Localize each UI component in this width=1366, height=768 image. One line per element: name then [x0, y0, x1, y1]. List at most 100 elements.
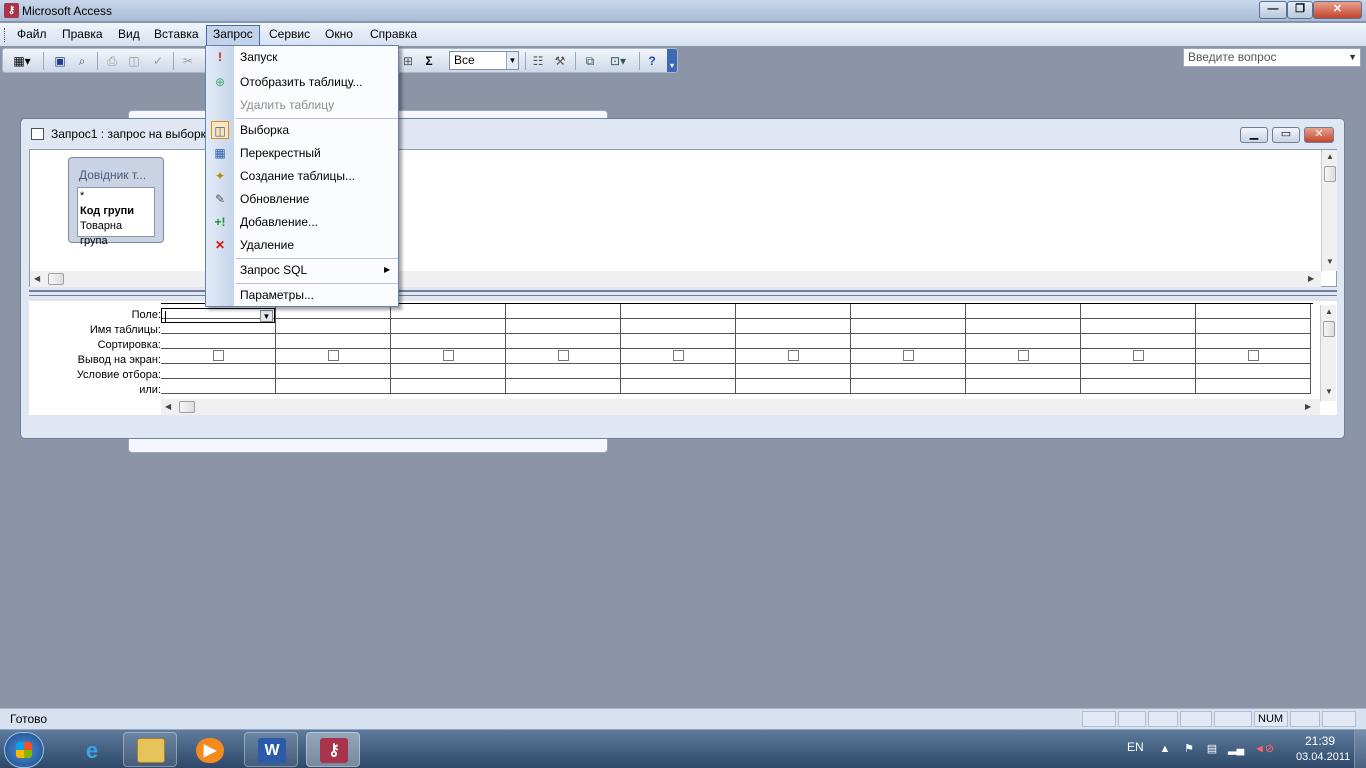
- chevron-down-icon[interactable]: ▼: [1348, 49, 1357, 66]
- grid-cell[interactable]: [1081, 379, 1196, 394]
- field-cell-active[interactable]: ▼: [161, 308, 275, 323]
- grid-cell[interactable]: [506, 349, 621, 364]
- grid-cell[interactable]: [391, 304, 506, 319]
- restore-button[interactable]: ❐: [1287, 1, 1313, 19]
- cut-icon[interactable]: ✂: [179, 52, 197, 70]
- grid-cell[interactable]: [391, 364, 506, 379]
- minimize-button[interactable]: —: [1259, 1, 1287, 19]
- field-all[interactable]: *: [80, 189, 152, 204]
- grid-cell[interactable]: [966, 304, 1081, 319]
- chevron-down-icon[interactable]: ▼: [260, 310, 273, 322]
- grid-hscrollbar[interactable]: ◀ ▶: [161, 399, 1320, 415]
- menu-file[interactable]: Файл: [11, 26, 53, 44]
- scroll-thumb[interactable]: [179, 401, 195, 413]
- scroll-left-icon[interactable]: ◀: [165, 402, 171, 411]
- grid-cell[interactable]: [506, 319, 621, 334]
- menu-edit[interactable]: Правка: [56, 26, 109, 44]
- grid-cell[interactable]: [736, 364, 851, 379]
- grid-cell[interactable]: [621, 349, 736, 364]
- print-icon[interactable]: ⎙: [103, 52, 121, 70]
- grid-cell[interactable]: [621, 319, 736, 334]
- grid-cell[interactable]: [966, 379, 1081, 394]
- grid-cell[interactable]: [1196, 304, 1311, 319]
- grid-cell[interactable]: [506, 334, 621, 349]
- properties-icon[interactable]: ☷: [529, 52, 547, 70]
- grid-cell[interactable]: [966, 334, 1081, 349]
- menu-item-delete[interactable]: Удаление: [234, 234, 398, 257]
- grid-cell[interactable]: [391, 319, 506, 334]
- scroll-right-icon[interactable]: ▶: [1308, 274, 1314, 283]
- view-icon[interactable]: ▦▾: [7, 52, 37, 70]
- grid-cell[interactable]: [1081, 364, 1196, 379]
- scroll-up-icon[interactable]: ▲: [1323, 307, 1335, 316]
- grid-cell[interactable]: [1081, 304, 1196, 319]
- grid-cell[interactable]: [851, 319, 966, 334]
- grid-vscrollbar[interactable]: ▲ ▼: [1320, 305, 1336, 401]
- scroll-down-icon[interactable]: ▼: [1324, 257, 1336, 266]
- menu-item-show-table[interactable]: Отобразить таблицу...: [234, 71, 398, 94]
- totals-sigma-icon[interactable]: Σ: [420, 52, 438, 70]
- new-object-icon[interactable]: ⊡▾: [603, 52, 633, 70]
- print-preview-icon[interactable]: ◫: [125, 52, 143, 70]
- show-checkbox[interactable]: [673, 350, 684, 361]
- show-checkbox[interactable]: [213, 350, 224, 361]
- show-hidden-icons-icon[interactable]: ▲: [1158, 742, 1172, 756]
- taskbar-ie[interactable]: e: [64, 732, 118, 767]
- grid-cell[interactable]: [621, 334, 736, 349]
- grid-cell[interactable]: [966, 364, 1081, 379]
- show-checkbox[interactable]: [328, 350, 339, 361]
- grid-cell[interactable]: [966, 349, 1081, 364]
- network-signal-icon[interactable]: ▂▄: [1228, 742, 1244, 756]
- scroll-left-icon[interactable]: ◀: [34, 274, 40, 283]
- taskbar-access[interactable]: ⚷: [306, 732, 360, 767]
- taskbar-word[interactable]: W: [244, 732, 298, 767]
- taskbar-media-player[interactable]: ▶: [182, 732, 236, 767]
- menu-item-run[interactable]: Запуск: [234, 46, 398, 69]
- start-button[interactable]: [4, 732, 44, 768]
- top-values-combo[interactable]: Все ▼: [449, 51, 519, 70]
- menu-item-crosstab[interactable]: Перекрестный: [234, 142, 398, 165]
- grid-cell[interactable]: [621, 364, 736, 379]
- grid-cell[interactable]: [736, 304, 851, 319]
- grid-cell[interactable]: [736, 319, 851, 334]
- volume-muted-icon[interactable]: ◄⊘: [1254, 742, 1274, 756]
- menu-query[interactable]: Запрос: [206, 25, 260, 46]
- show-checkbox[interactable]: [1133, 350, 1144, 361]
- grid-cell[interactable]: [1196, 319, 1311, 334]
- clock-date[interactable]: 03.04.2011: [1296, 751, 1350, 763]
- table-pane-vscrollbar[interactable]: ▲ ▼: [1321, 150, 1337, 271]
- grid-cell[interactable]: [1081, 319, 1196, 334]
- grid-cell[interactable]: [391, 379, 506, 394]
- menu-item-make-table[interactable]: Создание таблицы...: [234, 165, 398, 188]
- show-checkbox[interactable]: [443, 350, 454, 361]
- grid-cell[interactable]: [1081, 349, 1196, 364]
- menu-item-append[interactable]: Добавление...: [234, 211, 398, 234]
- menu-help[interactable]: Справка: [364, 26, 423, 44]
- grid-cell[interactable]: [1196, 379, 1311, 394]
- chevron-down-icon[interactable]: ▼: [506, 52, 518, 69]
- grid-cell[interactable]: [621, 379, 736, 394]
- show-checkbox[interactable]: [558, 350, 569, 361]
- grid-cell[interactable]: [161, 379, 276, 394]
- grid-cell[interactable]: [276, 334, 391, 349]
- query-minimize-button[interactable]: ▁: [1240, 127, 1268, 143]
- grid-cell[interactable]: [851, 334, 966, 349]
- grid-cell[interactable]: [851, 349, 966, 364]
- grid-cell[interactable]: [276, 364, 391, 379]
- grid-cell[interactable]: [391, 334, 506, 349]
- grid-cell[interactable]: [621, 304, 736, 319]
- grid-cell[interactable]: [1196, 364, 1311, 379]
- show-desktop-button[interactable]: [1354, 730, 1366, 768]
- query-close-button[interactable]: ✕: [1304, 127, 1334, 143]
- grid-cell[interactable]: [1196, 334, 1311, 349]
- scroll-up-icon[interactable]: ▲: [1324, 152, 1336, 161]
- spelling-icon[interactable]: ✓: [149, 52, 167, 70]
- show-checkbox[interactable]: [1248, 350, 1259, 361]
- grid-cell[interactable]: [1196, 349, 1311, 364]
- grid-cell[interactable]: [851, 364, 966, 379]
- grid-cell[interactable]: [736, 334, 851, 349]
- menu-view[interactable]: Вид: [112, 26, 146, 44]
- grid-cell[interactable]: [736, 379, 851, 394]
- show-table-icon[interactable]: ⊞: [399, 52, 417, 70]
- grid-cell[interactable]: [1081, 334, 1196, 349]
